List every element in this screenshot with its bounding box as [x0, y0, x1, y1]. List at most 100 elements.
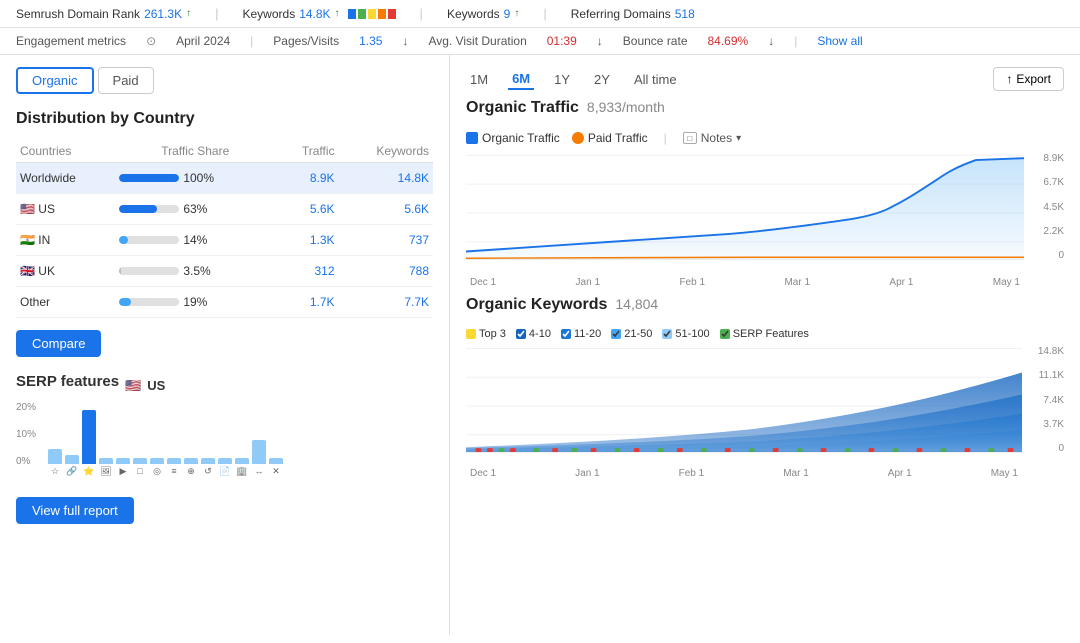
notes-chevron: ▾ [736, 133, 741, 144]
organic-legend: Organic Traffic Paid Traffic | □ Notes ▾ [466, 131, 1064, 145]
traffic-bar-cell: 100% [115, 163, 275, 194]
keywords1-arrow: ↑ [335, 8, 340, 19]
view-full-report-button[interactable]: View full report [16, 497, 134, 524]
serp-bar [48, 449, 62, 464]
kw-check-11-20[interactable] [561, 329, 571, 339]
organic-traffic-section: Organic Traffic 8,933/month Organic Traf… [466, 99, 1064, 288]
kw-x-apr: Apr 1 [888, 468, 912, 479]
serp-header: SERP features 🇺🇸 US [16, 373, 433, 398]
export-button[interactable]: ↑ Export [993, 67, 1064, 91]
serp-icon: ☆ [48, 466, 62, 477]
serp-bar [65, 455, 79, 464]
serp-flag: 🇺🇸 [125, 378, 141, 394]
serp-icon: ↔ [252, 466, 266, 477]
kw-label-21-50: 21-50 [624, 328, 652, 340]
bounce-label: Bounce rate [623, 34, 688, 48]
kw-check-4-10[interactable] [516, 329, 526, 339]
country-table: Countries Traffic Share Traffic Keywords… [16, 140, 433, 318]
compare-button[interactable]: Compare [16, 330, 101, 357]
table-row[interactable]: 🇺🇸 US 63% 5.6K 5.6K [16, 194, 433, 225]
table-row[interactable]: Other 19% 1.7K 7.7K [16, 287, 433, 318]
traffic-bar-cell: 19% [115, 287, 275, 318]
export-label: Export [1016, 72, 1051, 86]
kw-x-feb: Feb 1 [679, 468, 705, 479]
tab-organic[interactable]: Organic [16, 67, 94, 94]
kw-check-serp[interactable] [720, 329, 730, 339]
kw-dot-top3 [466, 329, 476, 339]
table-row[interactable]: 🇬🇧 UK 3.5% 312 788 [16, 256, 433, 287]
country-name: Other [16, 287, 115, 318]
serp-bar [269, 458, 283, 464]
keywords-value: 737 [339, 225, 433, 256]
kw-legend-top3: Top 3 [466, 328, 506, 340]
country-name: 🇮🇳 IN [16, 225, 115, 256]
organic-chart-container: 8.9K 6.7K 4.5K 2.2K 0 [466, 153, 1064, 273]
kw-value: 14,804 [615, 296, 658, 312]
kw-x-jan: Jan 1 [575, 468, 599, 479]
time-btn-1y[interactable]: 1Y [550, 70, 574, 89]
duration-label: Avg. Visit Duration [428, 34, 526, 48]
serp-y-10: 10% [16, 429, 44, 440]
serp-title: SERP features [16, 373, 119, 390]
table-row[interactable]: 🇮🇳 IN 14% 1.3K 737 [16, 225, 433, 256]
time-btn-2y[interactable]: 2Y [590, 70, 614, 89]
time-btn-6m[interactable]: 6M [508, 69, 534, 90]
serp-icon: ▶ [116, 466, 130, 477]
tab-row: Organic Paid [16, 67, 433, 94]
semrush-value: 261.3K [144, 7, 182, 21]
kw-label-4-10: 4-10 [529, 328, 551, 340]
duration-arrow: ↓ [597, 34, 603, 48]
serp-country: US [147, 378, 165, 393]
col-traffic: Traffic [275, 140, 338, 163]
x-dec: Dec 1 [470, 277, 496, 288]
kw-y-2: 7.4K [1024, 395, 1064, 406]
keywords-section: Organic Keywords 14,804 Top 3 4-10 11-20 [466, 296, 1064, 479]
kw-x-labels: Dec 1 Jan 1 Feb 1 Mar 1 Apr 1 May 1 [466, 468, 1022, 479]
y-label-1: 6.7K [1026, 177, 1064, 188]
country-name: Worldwide [16, 163, 115, 194]
referring-value: 518 [675, 7, 695, 21]
show-all-link[interactable]: Show all [817, 34, 862, 48]
kw-y-1: 11.1K [1024, 370, 1064, 381]
legend-paid-dot [572, 132, 584, 144]
serp-bar [252, 440, 266, 464]
kw-x-mar: Mar 1 [783, 468, 809, 479]
kw-title-row: Organic Keywords 14,804 [466, 296, 1064, 322]
serp-y-labels: 20% 10% 0% [16, 402, 44, 467]
kw-check-51-100[interactable] [662, 329, 672, 339]
kw-check-21-50[interactable] [611, 329, 621, 339]
bounce-arrow: ↓ [768, 34, 774, 48]
country-name: 🇺🇸 US [16, 194, 115, 225]
keywords1-bars [348, 9, 396, 19]
col-keywords: Keywords [339, 140, 433, 163]
referring-domains: Referring Domains 518 [571, 7, 695, 21]
x-jan: Jan 1 [576, 277, 600, 288]
serp-icon: ◎ [150, 466, 164, 477]
keywords2-value: 9 [504, 7, 511, 21]
time-btn-alltime[interactable]: All time [630, 70, 681, 89]
duration-value: 01:39 [547, 34, 577, 48]
traffic-value: 1.3K [275, 225, 338, 256]
serp-icon: ⊕ [184, 466, 198, 477]
country-name: 🇬🇧 UK [16, 256, 115, 287]
kw-x-dec: Dec 1 [470, 468, 496, 479]
traffic-bar-cell: 14% [115, 225, 275, 256]
serp-icon: 📄 [218, 466, 232, 477]
table-row[interactable]: Worldwide 100% 8.9K 14.8K [16, 163, 433, 194]
serp-bars-area [48, 402, 433, 464]
legend-organic-label: Organic Traffic [482, 131, 560, 145]
keywords2: Keywords 9 ↑ [447, 7, 519, 21]
organic-chart-svg [466, 153, 1024, 273]
time-btn-1m[interactable]: 1M [466, 70, 492, 89]
serp-x-icons: ☆🔗⭐🖼▶□◎≡⊕↺📄🏢↔✕ [48, 466, 433, 477]
kw-legend-serp: SERP Features [720, 328, 809, 340]
serp-icon: ✕ [269, 466, 283, 477]
second-bar: Engagement metrics ⊙ April 2024 | Pages/… [0, 28, 1080, 55]
traffic-value: 5.6K [275, 194, 338, 225]
pages-label: Pages/Visits [273, 34, 339, 48]
tab-paid[interactable]: Paid [98, 67, 154, 94]
legend-notes[interactable]: □ Notes ▾ [683, 131, 741, 145]
serp-icon: 🏢 [235, 466, 249, 477]
serp-bar [218, 458, 232, 464]
kw-chart-container: 14.8K 11.1K 7.4K 3.7K 0 [466, 346, 1064, 466]
